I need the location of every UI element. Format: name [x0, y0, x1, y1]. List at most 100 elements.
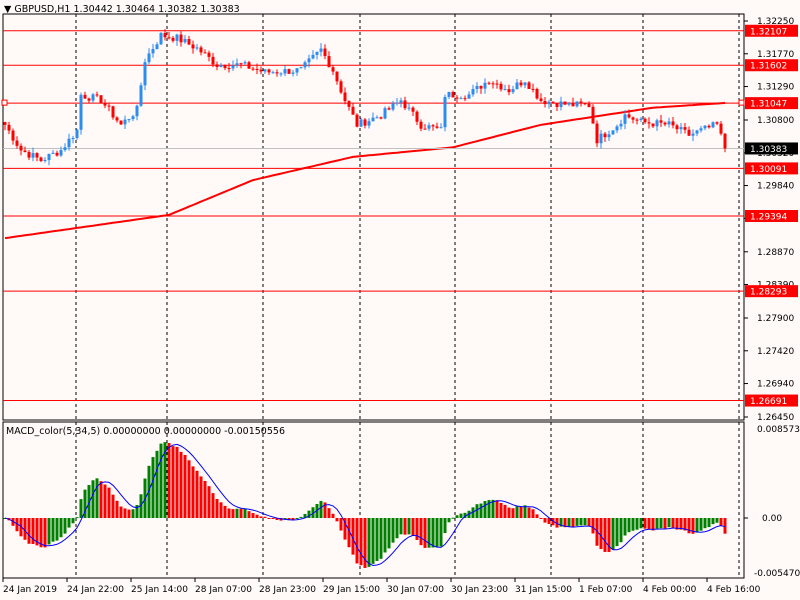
candle-body: [335, 71, 339, 82]
candle-body: [611, 130, 615, 135]
candle-body: [555, 102, 559, 107]
candle-body: [675, 125, 679, 130]
candle-body: [23, 150, 27, 153]
price-tick-label: 1.26450: [757, 413, 794, 423]
candle-body: [103, 103, 107, 106]
candle-body: [367, 121, 371, 126]
price-tick-label: 1.30800: [757, 116, 794, 126]
candle-body: [19, 145, 23, 151]
macd-bar: [127, 509, 131, 518]
candle-body: [183, 39, 187, 43]
candle-body: [511, 89, 515, 93]
macd-bar: [159, 443, 163, 518]
candle-body: [55, 152, 59, 156]
candle-body: [575, 101, 579, 107]
macd-bar: [255, 514, 259, 518]
macd-bar: [179, 451, 183, 518]
level-label: 1.26691: [750, 397, 787, 407]
candle-body: [175, 34, 179, 41]
candle-body: [31, 153, 35, 158]
macd-bar: [615, 518, 619, 547]
macd-bar: [511, 508, 515, 518]
macd-bar: [215, 498, 219, 518]
macd-bar: [39, 518, 43, 548]
time-label: 30 Jan 07:00: [387, 585, 444, 595]
macd-bar: [247, 511, 251, 518]
macd-bar: [679, 518, 683, 530]
candle-body: [363, 119, 367, 126]
macd-bar: [631, 518, 635, 531]
candle-body: [287, 69, 291, 74]
macd-bar: [211, 493, 215, 518]
candle-body: [331, 67, 335, 72]
candle-body: [471, 89, 475, 95]
candle-body: [419, 121, 423, 129]
macd-bar: [239, 508, 243, 518]
candle-body: [643, 118, 647, 123]
dropdown-arrow-icon[interactable]: ▼: [4, 4, 11, 15]
time-label: 28 Jan 23:00: [259, 585, 316, 595]
candle-body: [191, 44, 195, 49]
candle-body: [483, 82, 487, 89]
candle-body: [371, 117, 375, 122]
candle-body: [11, 130, 15, 141]
candle-body: [447, 92, 451, 97]
candle-body: [459, 98, 463, 100]
candle-body: [47, 153, 51, 161]
macd-bar: [171, 446, 175, 518]
macd-bar: [603, 518, 607, 552]
price-chart[interactable]: 1.322501.317701.312901.308001.303201.298…: [0, 0, 800, 600]
macd-bar: [539, 518, 543, 519]
macd-bar: [531, 509, 535, 518]
macd-bar: [111, 494, 115, 518]
candle-body: [699, 128, 703, 131]
macd-bar: [107, 487, 111, 518]
macd-bar: [167, 442, 171, 518]
candle-body: [339, 81, 343, 93]
candle-body: [199, 47, 203, 53]
candle-body: [379, 117, 383, 119]
candle-body: [607, 134, 611, 138]
macd-bar: [199, 476, 203, 518]
macd-bar: [611, 518, 615, 550]
candle-body: [707, 125, 711, 128]
chart-title: ▼ GBPUSD,H1 1.30442 1.30464 1.30382 1.30…: [4, 4, 240, 15]
candle-body: [523, 82, 527, 86]
candle-body: [407, 107, 411, 109]
macd-bar: [263, 516, 267, 518]
macd-bar: [195, 470, 199, 518]
macd-bar: [235, 508, 239, 518]
macd-bar: [51, 518, 55, 542]
candle-body: [403, 100, 407, 109]
macd-bar: [695, 518, 699, 533]
macd-bar: [375, 518, 379, 561]
candle-body: [119, 120, 123, 125]
candle-body: [619, 123, 623, 127]
current-price-label: 1.30383: [750, 145, 787, 155]
candle-body: [387, 108, 391, 110]
candle-body: [659, 120, 663, 123]
candle-body: [583, 103, 587, 105]
macd-bar: [639, 518, 643, 529]
macd-bar: [719, 518, 723, 526]
candle-body: [391, 103, 395, 110]
candle-body: [223, 65, 227, 69]
level-label: 1.28293: [750, 288, 787, 298]
macd-bar: [443, 518, 447, 534]
candle-body: [383, 108, 387, 119]
candle-body: [599, 133, 603, 144]
candle-body: [427, 125, 431, 129]
macd-bar: [203, 480, 207, 518]
candle-body: [239, 63, 243, 65]
macd-bar: [715, 518, 719, 523]
macd-bar: [335, 518, 339, 522]
candle-body: [275, 72, 279, 74]
macd-bar: [223, 505, 227, 518]
macd-bar: [451, 517, 455, 519]
candle-body: [507, 89, 511, 93]
macd-bar: [55, 518, 59, 541]
candle-body: [39, 157, 43, 162]
macd-bar: [47, 518, 51, 545]
macd-bar: [399, 518, 403, 535]
macd-bar: [299, 516, 303, 518]
